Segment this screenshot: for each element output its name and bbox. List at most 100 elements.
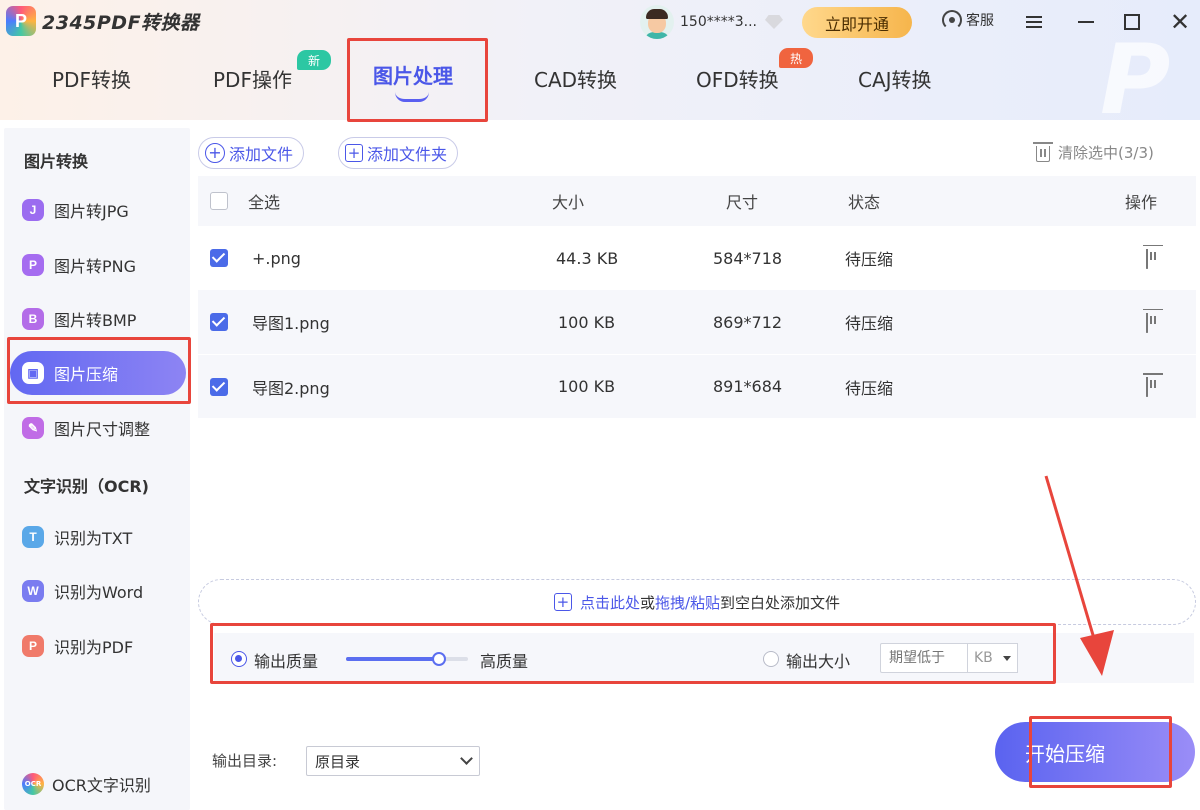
delete-row-button[interactable] — [1146, 248, 1148, 269]
sidebar-item-ocr-pdf[interactable]: P 识别为PDF — [10, 624, 186, 668]
file-size: 100 KB — [558, 312, 616, 332]
output-quality-label: 输出质量 — [254, 652, 319, 671]
header-size: 大小 — [552, 193, 585, 212]
plus-circle-icon: + — [205, 143, 225, 163]
tab-pdf-operate[interactable]: PDF操作 — [213, 64, 292, 93]
trash-icon — [1146, 312, 1148, 333]
user-account[interactable]: 150****3... — [640, 5, 783, 39]
username[interactable]: 150****3... — [680, 14, 757, 30]
sidebar-section-ocr: 文字识别（OCR) — [24, 477, 149, 496]
row-checkbox[interactable] — [210, 313, 228, 331]
select-all-checkbox[interactable] — [210, 192, 228, 210]
file-status: 待压缩 — [845, 378, 894, 398]
drag-paste-link[interactable]: 拖拽/粘贴 — [655, 594, 720, 612]
quality-slider-fill — [346, 657, 439, 661]
size-unit-select[interactable]: KB — [968, 643, 1018, 673]
title-bar: P 2345PDF转换器 P 150****3... 立即开通 客服 ✕ PDF… — [0, 0, 1200, 120]
decorative-logo-watermark: P — [1100, 40, 1171, 120]
delete-row-button[interactable] — [1146, 312, 1148, 333]
caret-down-icon — [1003, 655, 1011, 661]
ocr-text-recognition-link[interactable]: OCR OCR文字识别 — [22, 772, 151, 796]
tab-pdf-convert[interactable]: PDF转换 — [52, 64, 131, 93]
sidebar-item-to-jpg[interactable]: J 图片转JPG — [10, 188, 186, 232]
sidebar-section-image-convert: 图片转换 — [24, 152, 89, 171]
hot-badge: 热 — [779, 48, 813, 68]
drop-zone[interactable]: + 点击此处或拖拽/粘贴到空白处添加文件 — [198, 579, 1196, 625]
chevron-down-icon — [460, 752, 473, 765]
app-title: 2345PDF转换器 — [42, 11, 200, 34]
compression-options: 输出质量 高质量 输出大小 KB — [214, 633, 1194, 683]
trash-icon — [1146, 377, 1148, 397]
file-table: 全选 大小 尺寸 状态 操作 +.png 44.3 KB 584*718 待压缩… — [198, 176, 1196, 418]
app-logo: P 2345PDF转换器 — [6, 6, 200, 36]
start-compress-button[interactable]: 开始压缩 — [995, 722, 1195, 782]
tab-ofd-convert[interactable]: OFD转换 — [696, 64, 779, 93]
sidebar-item-ocr-word[interactable]: W 识别为Word — [10, 569, 186, 613]
maximize-icon[interactable] — [1120, 8, 1144, 36]
click-here-link[interactable]: 点击此处 — [580, 594, 640, 612]
output-size-label: 输出大小 — [786, 652, 851, 671]
header-dimensions: 尺寸 — [726, 193, 759, 212]
sidebar-item-image-resize[interactable]: ✎ 图片尺寸调整 — [10, 406, 186, 450]
add-file-icon: + — [553, 593, 572, 611]
ocr-icon: OCR — [22, 773, 44, 795]
file-name: +.png — [252, 248, 301, 268]
file-status: 待压缩 — [845, 314, 894, 333]
logo-icon: P — [6, 6, 36, 36]
menu-icon[interactable] — [1022, 8, 1046, 36]
resize-icon: ✎ — [22, 417, 44, 439]
plus-square-icon: + — [345, 144, 363, 162]
output-directory-select[interactable]: 原目录 — [306, 746, 480, 776]
quality-value-label: 高质量 — [480, 652, 529, 671]
sidebar-item-image-compress[interactable]: ▣ 图片压缩 — [10, 351, 186, 395]
file-name: 导图2.png — [252, 378, 330, 398]
file-name: 导图1.png — [252, 314, 330, 333]
trash-icon — [1146, 248, 1148, 269]
table-row[interactable]: +.png 44.3 KB 584*718 待压缩 — [198, 226, 1196, 290]
minimize-icon[interactable] — [1074, 8, 1098, 36]
tab-caj-convert[interactable]: CAJ转换 — [858, 64, 932, 93]
txt-icon: T — [22, 526, 44, 548]
file-size: 44.3 KB — [556, 248, 619, 268]
quality-slider-handle[interactable] — [431, 652, 446, 666]
header-status: 状态 — [848, 193, 881, 212]
add-file-button[interactable]: + 添加文件 — [198, 137, 305, 169]
tab-cad-convert[interactable]: CAD转换 — [534, 64, 617, 93]
file-size: 100 KB — [558, 377, 616, 396]
customer-service-button[interactable]: 客服 — [942, 10, 994, 30]
close-icon[interactable]: ✕ — [1168, 8, 1192, 36]
compress-icon: ▣ — [22, 362, 44, 384]
active-tab-indicator — [395, 92, 429, 102]
headset-icon — [942, 10, 962, 30]
header-select-all[interactable]: 全选 — [248, 189, 280, 213]
vip-diamond-icon — [764, 15, 783, 29]
bmp-icon: B — [22, 308, 44, 330]
new-badge: 新 — [297, 50, 331, 70]
sidebar-item-to-bmp[interactable]: B 图片转BMP — [10, 297, 186, 341]
table-row[interactable]: 导图2.png 100 KB 891*684 待压缩 — [198, 354, 1196, 418]
row-checkbox[interactable] — [210, 249, 228, 267]
add-folder-button[interactable]: + 添加文件夹 — [338, 137, 459, 169]
row-checkbox[interactable] — [210, 377, 228, 396]
delete-row-button[interactable] — [1146, 377, 1148, 397]
clear-selected-button[interactable]: 清除选中(3/3) — [1033, 142, 1154, 163]
sidebar-item-ocr-txt[interactable]: T 识别为TXT — [10, 515, 186, 559]
png-icon: P — [22, 254, 44, 276]
word-icon: W — [22, 580, 44, 602]
table-row[interactable]: 导图1.png 100 KB 869*712 待压缩 — [198, 290, 1196, 354]
quality-slider[interactable] — [346, 652, 468, 666]
target-size-input[interactable] — [880, 643, 968, 673]
pdf-icon: P — [22, 635, 44, 657]
sidebar: 图片转换 J 图片转JPG P 图片转PNG B 图片转BMP ▣ 图片压缩 ✎… — [4, 128, 190, 810]
sidebar-item-to-png[interactable]: P 图片转PNG — [10, 243, 186, 287]
file-status: 待压缩 — [845, 250, 894, 269]
vip-activate-button[interactable]: 立即开通 — [802, 7, 912, 38]
tab-image-process[interactable]: 图片处理 — [373, 60, 453, 89]
file-dimensions: 869*712 — [713, 312, 783, 332]
output-quality-radio[interactable] — [231, 651, 247, 667]
main-tabs: PDF转换 PDF操作 图片处理 CAD转换 OFD转换 CAJ转换 — [0, 42, 1000, 120]
output-size-radio[interactable] — [763, 651, 779, 667]
file-dimensions: 891*684 — [713, 377, 783, 396]
avatar[interactable] — [640, 5, 674, 39]
file-dimensions: 584*718 — [713, 248, 783, 268]
